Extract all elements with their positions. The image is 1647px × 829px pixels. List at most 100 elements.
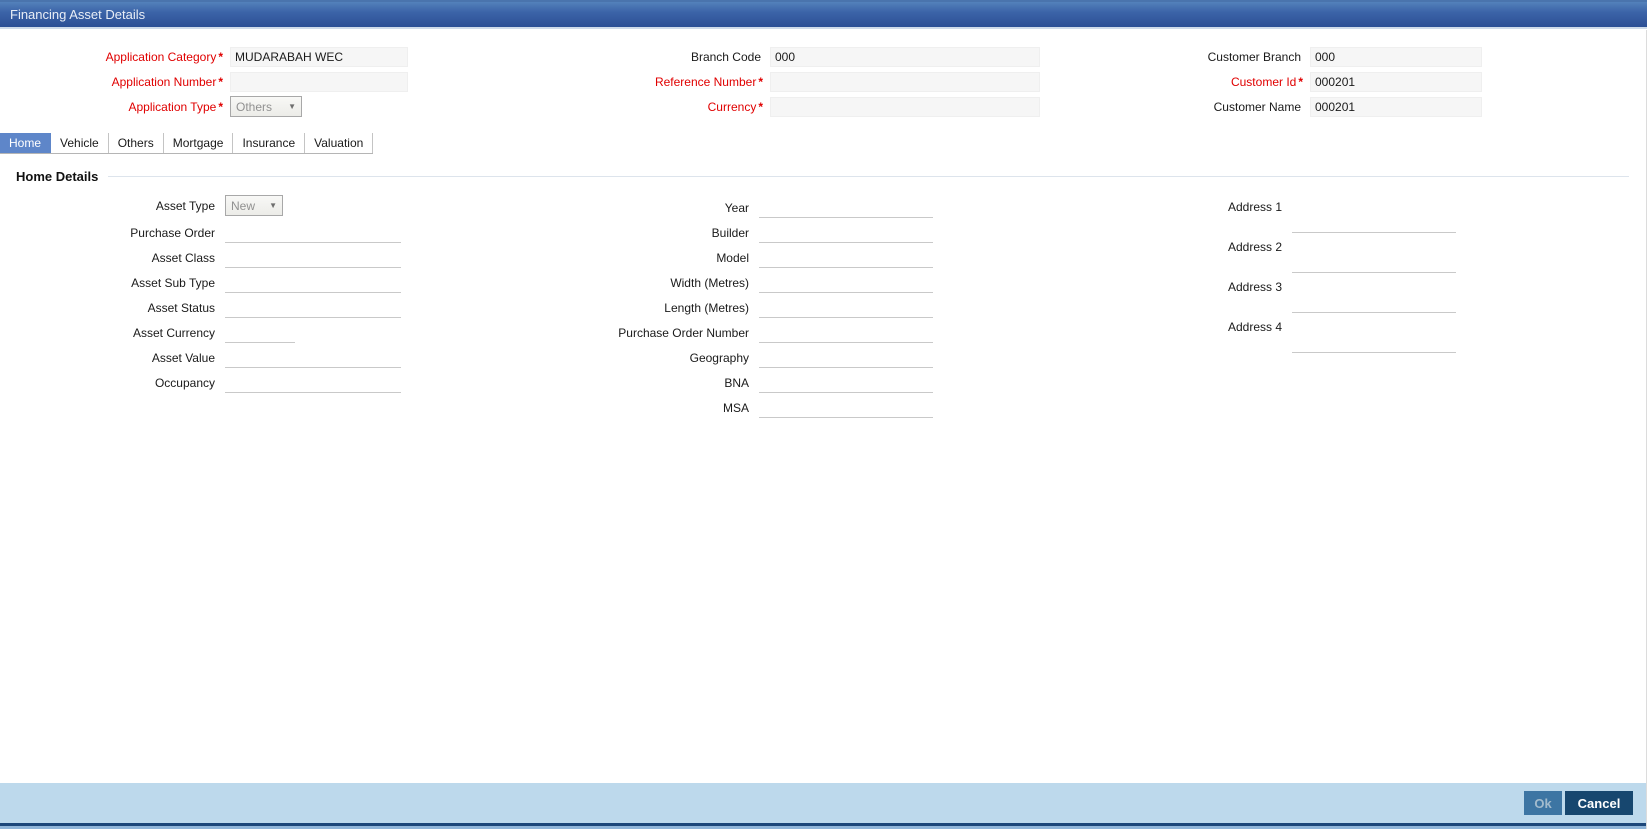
- tab-bar: Home Vehicle Others Mortgage Insurance V…: [0, 133, 374, 154]
- field-row-msa: MSA: [545, 393, 933, 418]
- width-metres-input[interactable]: [759, 275, 933, 293]
- header-column-2: Branch Code Reference Number* Currency*: [540, 44, 1040, 119]
- builder-input[interactable]: [759, 225, 933, 243]
- field-row-address-2: Address 2: [1090, 237, 1456, 277]
- section-divider: [108, 176, 1629, 177]
- tab-vehicle[interactable]: Vehicle: [51, 133, 109, 153]
- tab-mortgage[interactable]: Mortgage: [163, 133, 234, 153]
- field-row-customer-branch: Customer Branch: [1090, 44, 1482, 69]
- address-4-input[interactable]: [1292, 317, 1456, 353]
- asset-currency-label: Asset Currency: [132, 326, 215, 340]
- required-asterisk: *: [758, 99, 763, 114]
- bna-label: BNA: [724, 376, 749, 390]
- asset-type-select[interactable]: New ▼: [225, 195, 283, 216]
- details-column-3: Address 1 Address 2 Address 3 Address 4: [1090, 197, 1456, 357]
- field-row-asset-sub-type: Asset Sub Type: [0, 268, 401, 293]
- asset-status-input[interactable]: [225, 300, 401, 318]
- year-input[interactable]: [759, 200, 933, 218]
- reference-number-label: Reference Number: [654, 74, 757, 89]
- tab-home[interactable]: Home: [0, 133, 52, 153]
- customer-name-label: Customer Name: [1213, 99, 1301, 114]
- field-row-application-number: Application Number *: [0, 69, 408, 94]
- field-row-builder: Builder: [545, 218, 933, 243]
- currency-input[interactable]: [770, 96, 1040, 117]
- field-row-customer-name: Customer Name: [1090, 94, 1482, 119]
- customer-id-input[interactable]: [1310, 71, 1482, 92]
- address-3-input[interactable]: [1292, 277, 1456, 313]
- purchase-order-input[interactable]: [225, 225, 401, 243]
- field-row-address-1: Address 1: [1090, 197, 1456, 237]
- field-row-application-category: Application Category *: [0, 44, 408, 69]
- required-asterisk: *: [218, 99, 223, 114]
- bna-input[interactable]: [759, 375, 933, 393]
- asset-currency-input[interactable]: [225, 325, 295, 343]
- required-asterisk: *: [758, 74, 763, 89]
- chevron-down-icon: ▼: [269, 201, 277, 210]
- field-row-branch-code: Branch Code: [540, 44, 1040, 69]
- tab-insurance[interactable]: Insurance: [233, 133, 306, 153]
- msa-input[interactable]: [759, 400, 933, 418]
- application-type-select[interactable]: Others ▼: [230, 96, 302, 117]
- branch-code-input[interactable]: [770, 46, 1040, 67]
- geography-label: Geography: [689, 351, 749, 365]
- application-category-input[interactable]: [230, 46, 408, 67]
- field-row-address-4: Address 4: [1090, 317, 1456, 357]
- application-number-input[interactable]: [230, 71, 408, 92]
- asset-class-input[interactable]: [225, 250, 401, 268]
- titlebar: Financing Asset Details: [0, 0, 1647, 29]
- field-row-address-3: Address 3: [1090, 277, 1456, 317]
- address-4-label: Address 4: [1227, 320, 1282, 334]
- tab-others[interactable]: Others: [108, 133, 164, 153]
- field-row-purchase-order: Purchase Order: [0, 218, 401, 243]
- details-column-1: Asset Type New ▼ Purchase Order Asset Cl…: [0, 193, 401, 393]
- address-1-label: Address 1: [1227, 200, 1282, 214]
- ok-button[interactable]: Ok: [1524, 791, 1562, 815]
- field-row-asset-type: Asset Type New ▼: [0, 193, 401, 218]
- field-row-currency: Currency *: [540, 94, 1040, 119]
- asset-value-input[interactable]: [225, 350, 401, 368]
- year-label: Year: [724, 201, 749, 215]
- application-type-label: Application Type: [128, 99, 217, 114]
- field-row-bna: BNA: [545, 368, 933, 393]
- field-row-customer-id: Customer Id *: [1090, 69, 1482, 94]
- asset-sub-type-input[interactable]: [225, 275, 401, 293]
- field-row-reference-number: Reference Number *: [540, 69, 1040, 94]
- msa-label: MSA: [722, 401, 749, 415]
- occupancy-input[interactable]: [225, 375, 401, 393]
- address-2-label: Address 2: [1227, 240, 1282, 254]
- field-row-model: Model: [545, 243, 933, 268]
- customer-branch-label: Customer Branch: [1207, 49, 1301, 64]
- tab-valuation[interactable]: Valuation: [305, 133, 374, 153]
- header-column-1: Application Category* Application Number…: [0, 44, 408, 119]
- model-input[interactable]: [759, 250, 933, 268]
- customer-name-input[interactable]: [1310, 96, 1482, 117]
- address-2-input[interactable]: [1292, 237, 1456, 273]
- customer-branch-input[interactable]: [1310, 46, 1482, 67]
- branch-code-label: Branch Code: [690, 49, 761, 64]
- application-number-label: Application Number: [111, 74, 217, 89]
- customer-id-label: Customer Id: [1230, 74, 1297, 89]
- width-metres-label: Width (Metres): [670, 276, 749, 290]
- field-row-asset-status: Asset Status: [0, 293, 401, 318]
- builder-label: Builder: [711, 226, 749, 240]
- required-asterisk: *: [218, 74, 223, 89]
- cancel-button[interactable]: Cancel: [1565, 791, 1633, 815]
- field-row-year: Year: [545, 193, 933, 218]
- address-1-input[interactable]: [1292, 197, 1456, 233]
- field-row-geography: Geography: [545, 343, 933, 368]
- field-row-width-metres: Width (Metres): [545, 268, 933, 293]
- purchase-order-number-input[interactable]: [759, 325, 933, 343]
- field-row-occupancy: Occupancy: [0, 368, 401, 393]
- asset-type-value: New: [231, 198, 256, 213]
- purchase-order-number-label: Purchase Order Number: [618, 326, 749, 340]
- field-row-asset-class: Asset Class: [0, 243, 401, 268]
- required-asterisk: *: [218, 49, 223, 64]
- field-row-purchase-order-number: Purchase Order Number: [545, 318, 933, 343]
- reference-number-input[interactable]: [770, 71, 1040, 92]
- geography-input[interactable]: [759, 350, 933, 368]
- length-metres-input[interactable]: [759, 300, 933, 318]
- occupancy-label: Occupancy: [154, 376, 215, 390]
- footer-action-bar: Ok Cancel: [0, 783, 1647, 823]
- home-details-section-header: Home Details: [16, 169, 1629, 184]
- field-row-asset-currency: Asset Currency: [0, 318, 401, 343]
